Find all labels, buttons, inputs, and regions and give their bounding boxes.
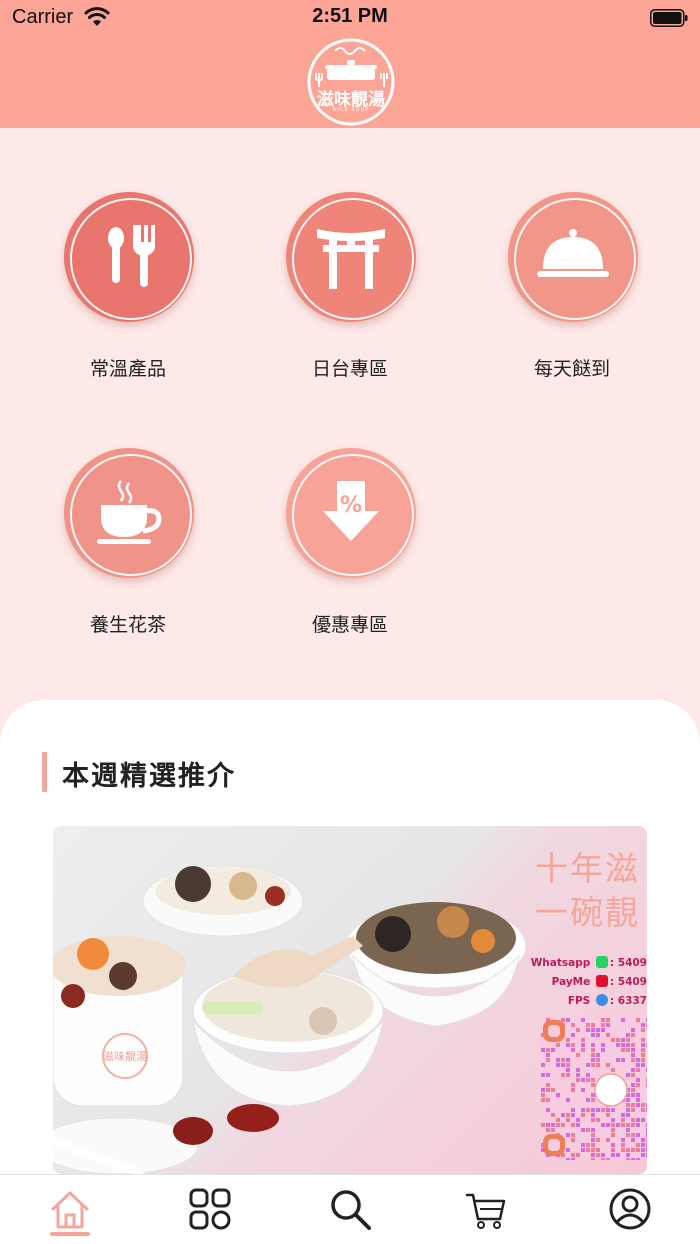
payment-label: PayMe [551, 976, 591, 988]
category-circle[interactable] [286, 192, 416, 322]
status-bar: Carrier 2:51 PM [0, 0, 700, 36]
food-cloche-icon [537, 229, 609, 277]
category-label: 常溫產品 [89, 358, 166, 380]
torii-gate-icon [317, 229, 385, 289]
payment-line-whatsapp: Whatsapp : 5409 [530, 956, 647, 969]
payment-number: 5409 [617, 976, 647, 988]
whatsapp-icon [595, 956, 608, 968]
bowl-logo-text: 滋味靚湯 [103, 1049, 147, 1063]
category-item-herbal-tea[interactable]: 養生花茶 [38, 448, 218, 648]
tab-home[interactable] [40, 1183, 100, 1235]
discount-arrow-icon: % [323, 481, 379, 541]
section-accent-bar [42, 752, 47, 792]
category-label: 優惠專區 [311, 614, 388, 636]
category-item-promotions[interactable]: % 優惠專區 [260, 448, 440, 648]
tab-search[interactable] [320, 1183, 380, 1235]
section-title: 本週精選推介 [62, 761, 236, 792]
active-tab-indicator [50, 1232, 90, 1236]
logo-subtext: NICE SOUP [332, 107, 370, 113]
soup-pot-logo-icon [307, 38, 395, 126]
category-label: 養生花茶 [89, 614, 166, 636]
payment-number: 5409 [617, 957, 647, 969]
banner-slogan-line2: 一碗靚 [535, 893, 640, 932]
category-circle[interactable] [64, 192, 194, 322]
featured-banner[interactable]: 滋味靚湯 十年滋 一碗靚 Whatsapp : 5409 PayMe: 540… [53, 826, 647, 1174]
tea-cup-icon [97, 480, 162, 544]
category-circle[interactable]: % [286, 448, 416, 578]
payment-line-fps: FPS : 6337 [567, 994, 647, 1007]
tab-cart[interactable] [456, 1183, 516, 1235]
fps-icon [595, 994, 608, 1006]
payment-label: FPS [567, 995, 591, 1007]
clock: 2:51 PM [312, 5, 388, 27]
tab-bar [0, 1174, 700, 1244]
categories-grid-icon [189, 1188, 231, 1230]
payment-label: Whatsapp [530, 957, 591, 969]
tab-categories[interactable] [180, 1183, 240, 1235]
brand-logo[interactable]: 滋味靚湯 NICE SOUP [305, 37, 397, 127]
category-circle[interactable] [508, 192, 638, 322]
home-icon [51, 1191, 89, 1229]
qr-code-icon [541, 1018, 647, 1160]
cart-icon [465, 1193, 506, 1229]
category-label: 日台專區 [311, 358, 388, 380]
payment-line-payme: PayMe : 5409 [551, 975, 647, 988]
cutlery-icon [108, 225, 155, 287]
category-item-daily-delivery[interactable]: 每天餸到 [482, 192, 662, 392]
category-label: 每天餸到 [533, 358, 610, 380]
profile-icon [609, 1188, 651, 1230]
battery-icon [650, 9, 688, 27]
svg-text:%: % [340, 493, 362, 518]
payment-number: 6337 [617, 995, 647, 1007]
tab-profile[interactable] [600, 1183, 660, 1235]
banner-slogan-line1: 十年滋 [535, 849, 640, 888]
category-item-room-temp[interactable]: 常溫產品 [38, 192, 218, 392]
category-item-japan-taiwan[interactable]: 日台專區 [260, 192, 440, 392]
category-circle[interactable] [64, 448, 194, 578]
payme-icon [595, 975, 608, 987]
app-header: Carrier 2:51 PM 滋味靚湯 NICE SOUP [0, 0, 700, 128]
search-icon [331, 1190, 371, 1230]
featured-section: 本週精選推介 滋味靚湯 十年滋 一碗靚 Whatsapp: 5409 PayM… [0, 700, 700, 1180]
